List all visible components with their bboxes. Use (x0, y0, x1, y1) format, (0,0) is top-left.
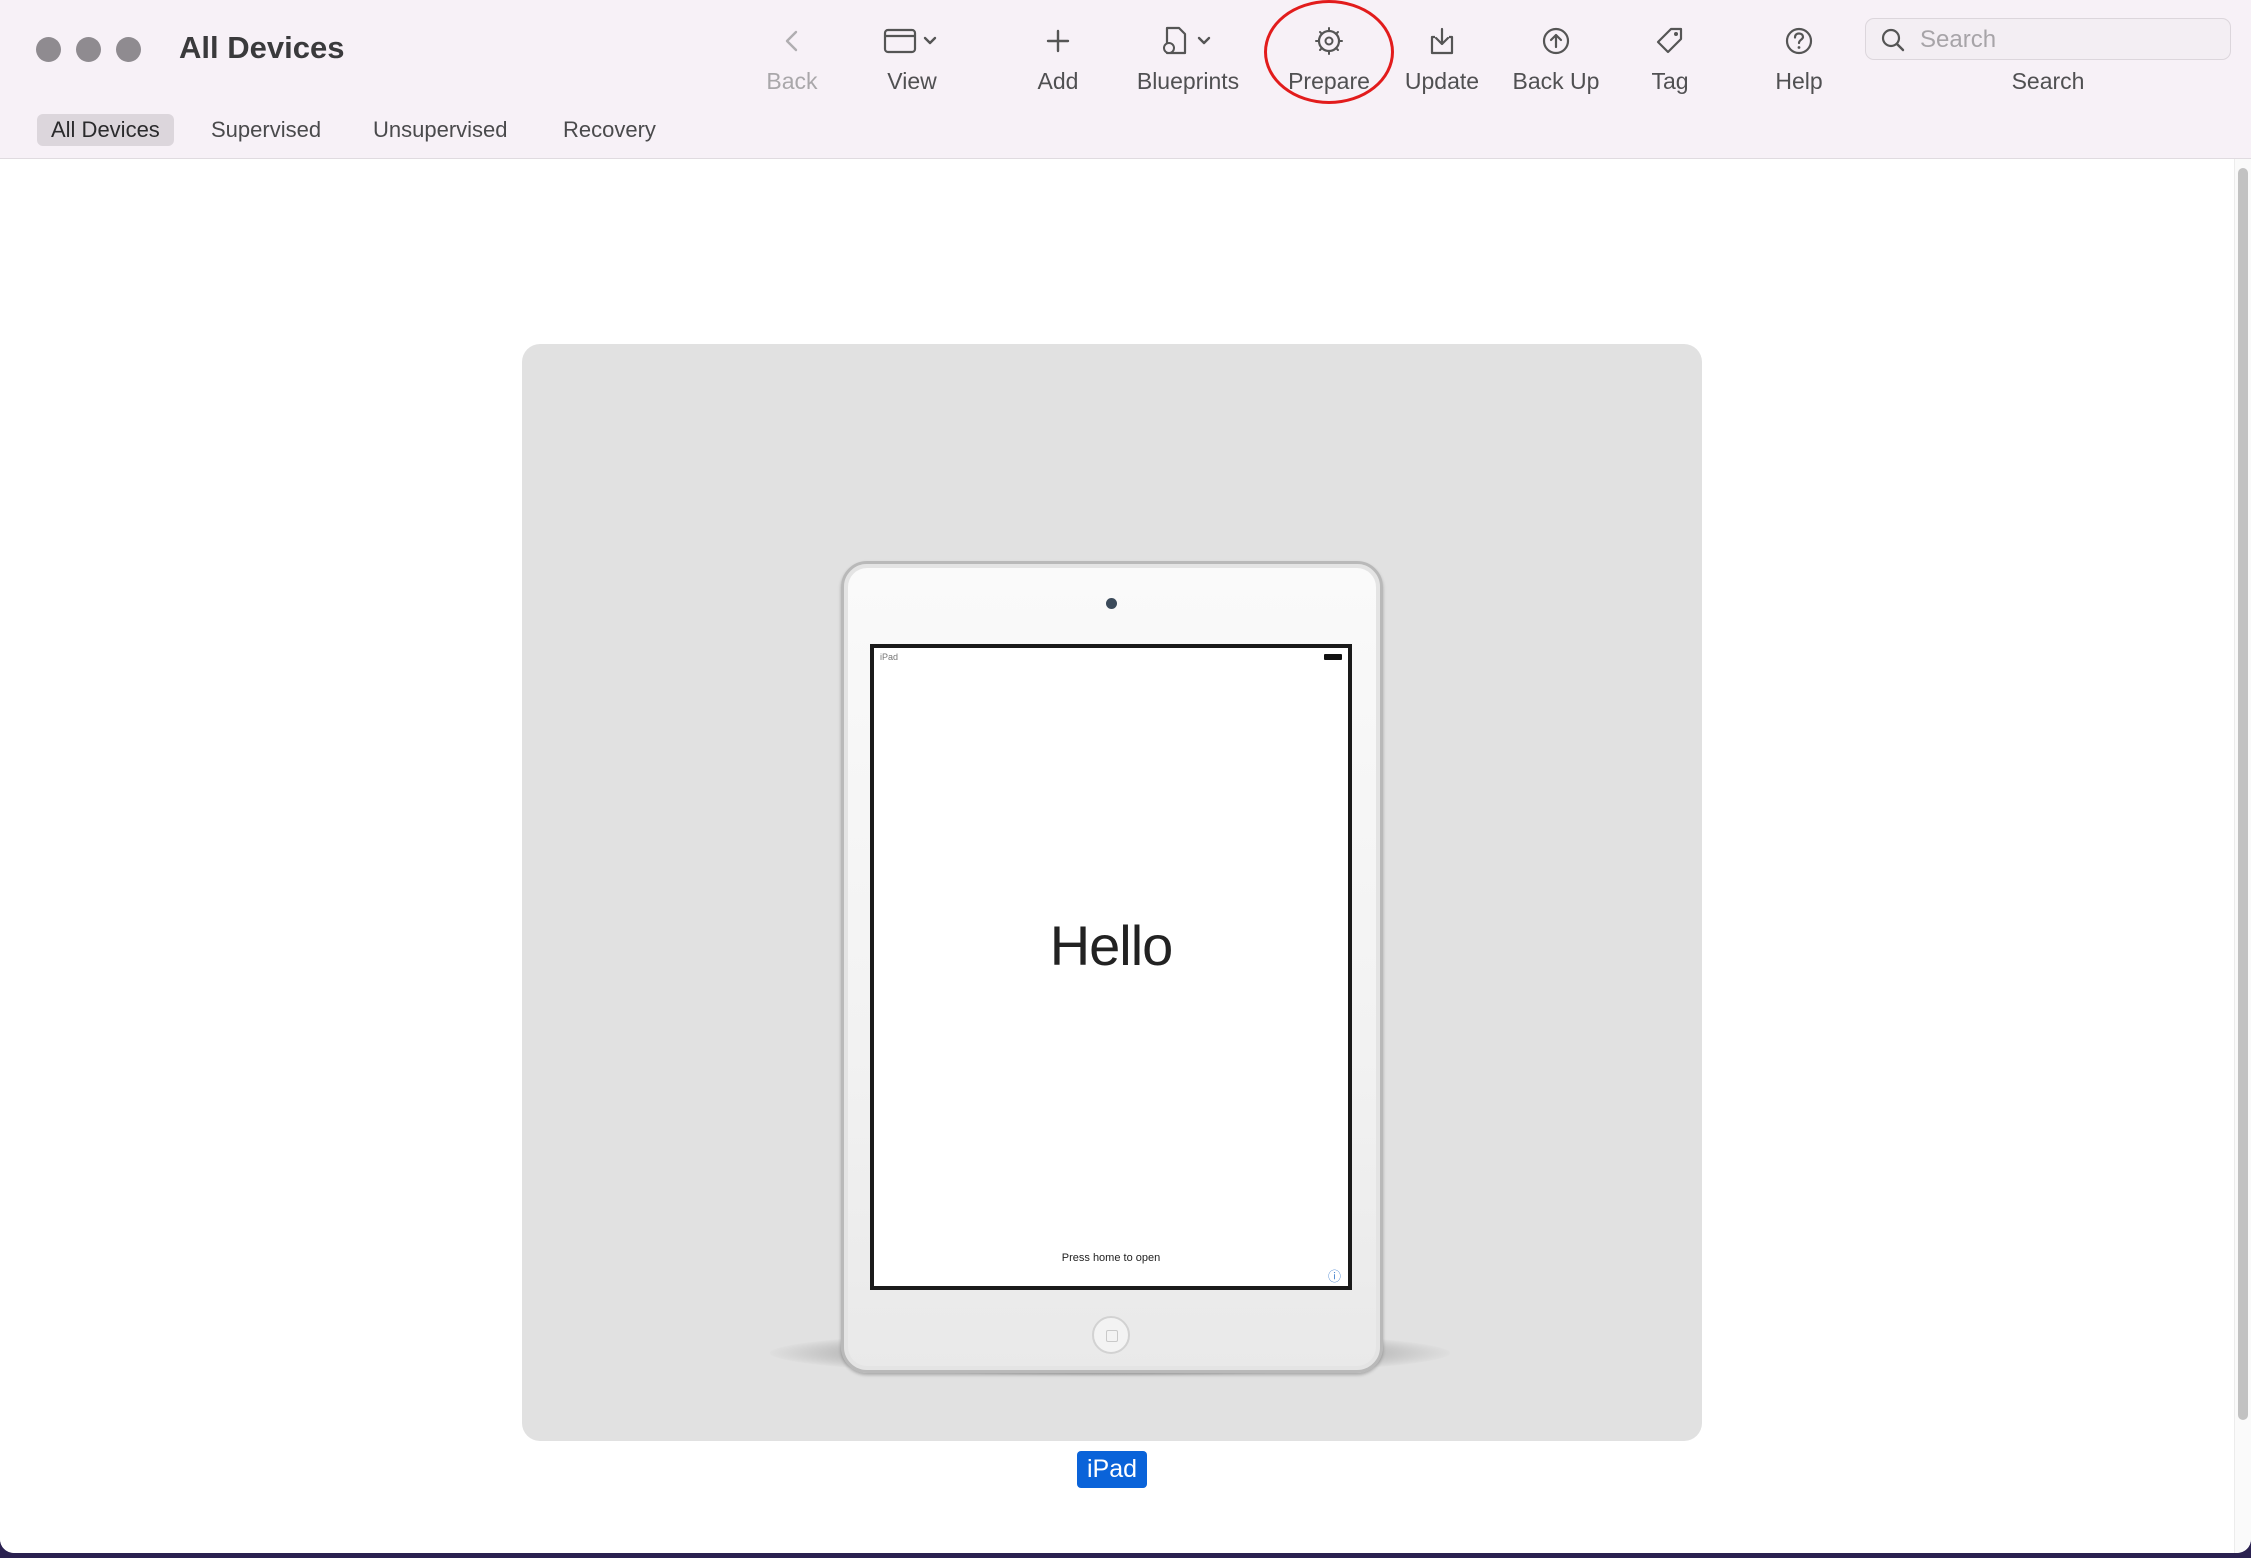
toolbar: All Devices Back View Add Blueprints Pre… (0, 0, 2251, 159)
battery-icon (1324, 654, 1342, 660)
zoom-window-button[interactable] (116, 37, 141, 62)
search-label: Search (2011, 68, 2085, 94)
search-input[interactable] (1918, 19, 2222, 61)
device-name-label[interactable]: iPad (1077, 1451, 1148, 1488)
close-window-button[interactable] (36, 37, 61, 62)
screen-carrier-text: iPad (880, 652, 899, 662)
tab-all-devices[interactable]: All Devices (37, 114, 174, 146)
tab-recovery[interactable]: Recovery (549, 114, 670, 146)
view-label: View (887, 68, 937, 94)
view-button[interactable]: View (842, 14, 982, 104)
tag-label: Tag (1651, 68, 1689, 94)
home-button-icon (1092, 1316, 1130, 1354)
add-label: Add (1037, 68, 1079, 94)
ipad-camera (1106, 598, 1117, 609)
app-window: All Devices Back View Add Blueprints Pre… (0, 0, 2251, 1553)
minimize-window-button[interactable] (76, 37, 101, 62)
help-label: Help (1775, 68, 1823, 94)
search-field[interactable] (1865, 18, 2231, 61)
blueprints-button[interactable]: Blueprints (1118, 14, 1258, 104)
screen-greeting: Hello (1049, 914, 1174, 977)
blueprints-label: Blueprints (1136, 68, 1240, 94)
screen-prompt: Press home to open (1061, 1252, 1161, 1264)
ipad-screen: iPad Hello Press home to open ⓘ (870, 644, 1352, 1290)
question-circle-icon (1729, 20, 1869, 62)
tag-button[interactable]: Tag (1600, 14, 1740, 104)
tab-unsupervised[interactable]: Unsupervised (359, 114, 522, 146)
blueprint-document-icon (1118, 20, 1258, 62)
help-button[interactable]: Help (1729, 14, 1869, 104)
add-button[interactable]: Add (988, 14, 1128, 104)
window-view-icon (842, 20, 982, 62)
back-label: Back (766, 68, 818, 94)
scrollbar-thumb[interactable] (2238, 168, 2248, 1420)
tag-icon (1600, 20, 1740, 62)
plus-icon (988, 20, 1128, 62)
info-icon: ⓘ (1328, 1269, 1342, 1284)
tab-supervised[interactable]: Supervised (197, 114, 335, 146)
search-icon (1880, 27, 1906, 58)
chevron-left-icon (722, 20, 862, 62)
back-button[interactable]: Back (722, 14, 862, 104)
window-title: All Devices (179, 30, 345, 65)
